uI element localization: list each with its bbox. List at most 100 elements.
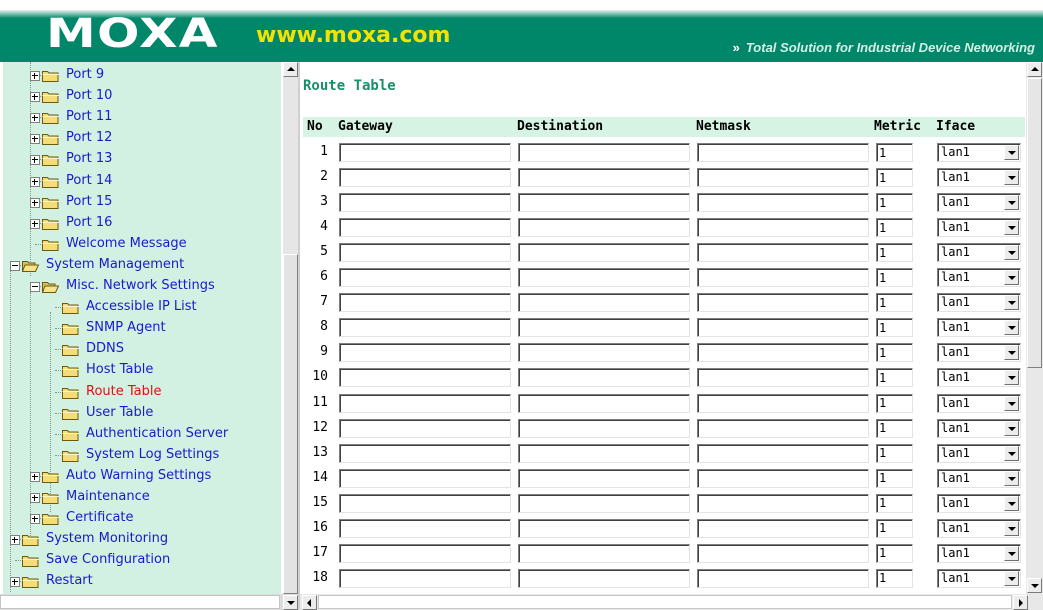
- main-scroll-down-button[interactable]: [1027, 578, 1042, 593]
- netmask-input[interactable]: [697, 293, 869, 313]
- dropdown-arrow-icon[interactable]: [1004, 220, 1019, 236]
- tree-horizontal-scroll-thumb[interactable]: [0, 595, 280, 609]
- tree-item-system-log-settings[interactable]: System Log Settings: [3, 445, 281, 465]
- netmask-input[interactable]: [697, 468, 869, 488]
- netmask-input[interactable]: [697, 343, 869, 363]
- expand-plus-icon[interactable]: [30, 92, 40, 103]
- dropdown-arrow-icon[interactable]: [1004, 495, 1019, 511]
- iface-select[interactable]: lan1: [937, 443, 1021, 463]
- tree-item-auto-warning-settings[interactable]: Auto Warning Settings: [3, 466, 281, 486]
- tree-item-user-table[interactable]: User Table: [3, 403, 281, 423]
- tree-item-port-10[interactable]: Port 10: [3, 86, 281, 106]
- destination-input[interactable]: [518, 493, 690, 513]
- iface-select[interactable]: lan1: [937, 243, 1021, 263]
- netmask-input[interactable]: [697, 143, 869, 162]
- iface-select[interactable]: lan1: [937, 418, 1021, 438]
- dropdown-arrow-icon[interactable]: [1004, 170, 1019, 186]
- gateway-input[interactable]: [339, 143, 511, 162]
- metric-input[interactable]: [876, 243, 913, 263]
- destination-input[interactable]: [518, 218, 690, 238]
- dropdown-arrow-icon[interactable]: [1004, 570, 1019, 586]
- expand-plus-icon[interactable]: [30, 218, 40, 229]
- gateway-input[interactable]: [339, 518, 511, 538]
- expand-plus-icon[interactable]: [30, 134, 40, 145]
- expand-plus-icon[interactable]: [30, 471, 40, 482]
- metric-input[interactable]: [876, 418, 913, 438]
- tree-item-port-9[interactable]: Port 9: [3, 65, 281, 85]
- destination-input[interactable]: [518, 343, 690, 363]
- netmask-input[interactable]: [697, 168, 869, 188]
- netmask-input[interactable]: [697, 243, 869, 263]
- expand-plus-icon[interactable]: [30, 197, 40, 208]
- gateway-input[interactable]: [339, 493, 511, 513]
- gateway-input[interactable]: [339, 343, 511, 363]
- expand-plus-icon[interactable]: [30, 113, 40, 124]
- expand-plus-icon[interactable]: [30, 493, 40, 503]
- dropdown-arrow-icon[interactable]: [1004, 370, 1019, 386]
- metric-input[interactable]: [876, 168, 913, 188]
- tree-vertical-scroll-thumb[interactable]: [283, 254, 298, 594]
- iface-select[interactable]: lan1: [937, 468, 1021, 488]
- expand-plus-icon[interactable]: [10, 535, 20, 546]
- metric-input[interactable]: [876, 493, 913, 513]
- metric-input[interactable]: [876, 218, 913, 238]
- destination-input[interactable]: [518, 543, 690, 563]
- tree-item-save-configuration[interactable]: Save Configuration: [3, 550, 281, 570]
- iface-select[interactable]: lan1: [937, 493, 1021, 513]
- dropdown-arrow-icon[interactable]: [1004, 470, 1019, 486]
- gateway-input[interactable]: [339, 168, 511, 188]
- metric-input[interactable]: [876, 368, 913, 388]
- metric-input[interactable]: [876, 543, 913, 563]
- gateway-input[interactable]: [339, 393, 511, 413]
- gateway-input[interactable]: [339, 368, 511, 388]
- dropdown-arrow-icon[interactable]: [1004, 270, 1019, 286]
- tree-item-port-12[interactable]: Port 12: [3, 128, 281, 148]
- metric-input[interactable]: [876, 293, 913, 313]
- expand-plus-icon[interactable]: [30, 176, 40, 187]
- dropdown-arrow-icon[interactable]: [1004, 320, 1019, 336]
- iface-select[interactable]: lan1: [937, 293, 1021, 313]
- destination-input[interactable]: [518, 568, 690, 588]
- destination-input[interactable]: [518, 293, 690, 313]
- tree-item-port-11[interactable]: Port 11: [3, 107, 281, 127]
- gateway-input[interactable]: [339, 443, 511, 463]
- metric-input[interactable]: [876, 268, 913, 288]
- tree-item-port-14[interactable]: Port 14: [3, 171, 281, 191]
- iface-select[interactable]: lan1: [937, 168, 1021, 188]
- destination-input[interactable]: [518, 243, 690, 263]
- gateway-input[interactable]: [339, 418, 511, 438]
- collapse-minus-icon[interactable]: [10, 260, 20, 271]
- tree-item-welcome-message[interactable]: Welcome Message: [3, 234, 281, 254]
- main-horizontal-scroll-thumb[interactable]: [318, 595, 1012, 609]
- dropdown-arrow-icon[interactable]: [1004, 545, 1019, 561]
- gateway-input[interactable]: [339, 543, 511, 563]
- tree-item-system-monitoring[interactable]: System Monitoring: [3, 529, 281, 549]
- dropdown-arrow-icon[interactable]: [1004, 420, 1019, 436]
- netmask-input[interactable]: [697, 218, 869, 238]
- expand-plus-icon[interactable]: [30, 71, 40, 81]
- destination-input[interactable]: [518, 368, 690, 388]
- main-vertical-scroll-thumb[interactable]: [1027, 78, 1042, 368]
- main-scroll-right-button[interactable]: [1013, 595, 1028, 610]
- tree-item-system-management[interactable]: System Management: [3, 255, 281, 275]
- metric-input[interactable]: [876, 343, 913, 363]
- gateway-input[interactable]: [339, 468, 511, 488]
- destination-input[interactable]: [518, 418, 690, 438]
- tree-item-accessible-ip-list[interactable]: Accessible IP List: [3, 297, 281, 317]
- metric-input[interactable]: [876, 518, 913, 538]
- tree-item-maintenance[interactable]: Maintenance: [3, 487, 281, 507]
- iface-select[interactable]: lan1: [937, 368, 1021, 388]
- destination-input[interactable]: [518, 393, 690, 413]
- gateway-input[interactable]: [339, 268, 511, 288]
- netmask-input[interactable]: [697, 568, 869, 588]
- tree-item-snmp-agent[interactable]: SNMP Agent: [3, 318, 281, 338]
- metric-input[interactable]: [876, 318, 913, 338]
- main-scroll-left-button[interactable]: [302, 595, 317, 610]
- netmask-input[interactable]: [697, 393, 869, 413]
- metric-input[interactable]: [876, 468, 913, 488]
- tree-scroll-up-button[interactable]: [283, 62, 298, 77]
- iface-select[interactable]: lan1: [937, 193, 1021, 213]
- main-scroll-up-button[interactable]: [1027, 62, 1042, 77]
- iface-select[interactable]: lan1: [937, 393, 1021, 413]
- iface-select[interactable]: lan1: [937, 568, 1021, 588]
